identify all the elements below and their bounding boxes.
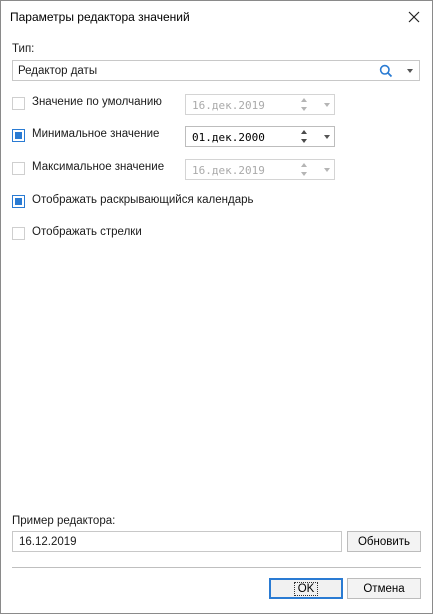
refresh-button-label: Обновить [357, 535, 411, 548]
stepper-up-icon [301, 163, 307, 167]
cancel-button[interactable]: Отмена [347, 578, 421, 599]
dialog-title: Параметры редактора значений [10, 10, 190, 24]
show-calendar-checkbox[interactable] [12, 195, 25, 208]
default-value-date: 16.дек.2019 [192, 99, 265, 112]
chevron-down-icon [324, 168, 330, 172]
example-date-value: 16.12.2019 [19, 536, 77, 548]
title-bar: Параметры редактора значений [1, 1, 432, 33]
separator [12, 567, 421, 568]
default-value-date-field: 16.дек.2019 [185, 94, 335, 115]
default-value-stepper [298, 96, 312, 114]
default-value-label: Значение по умолчанию [32, 96, 162, 108]
stepper-down-icon [301, 172, 307, 176]
default-value-checkbox[interactable] [12, 97, 25, 110]
type-label: Тип: [12, 43, 35, 55]
stepper-down-icon[interactable] [301, 139, 307, 143]
min-value-stepper[interactable] [298, 128, 312, 146]
chevron-down-icon[interactable] [407, 69, 413, 73]
ok-button-label: OK [293, 581, 319, 596]
min-value-date[interactable]: 01.дек.2000 [192, 131, 265, 144]
dialog-window: Параметры редактора значений Тип: Редакт… [0, 0, 433, 614]
close-icon [408, 11, 420, 23]
max-value-date-field: 16.дек.2019 [185, 159, 335, 180]
ok-button[interactable]: OK [269, 578, 343, 599]
search-icon[interactable] [379, 64, 393, 81]
show-arrows-label: Отображать стрелки [32, 226, 142, 238]
stepper-up-icon [301, 98, 307, 102]
close-button[interactable] [404, 7, 424, 27]
example-date-input[interactable]: 16.12.2019 [12, 531, 342, 552]
chevron-down-icon [324, 103, 330, 107]
max-value-date: 16.дек.2019 [192, 164, 265, 177]
show-arrows-checkbox[interactable] [12, 227, 25, 240]
max-value-label: Максимальное значение [32, 161, 165, 173]
stepper-up-icon[interactable] [301, 130, 307, 134]
max-value-stepper [298, 161, 312, 179]
type-combobox[interactable]: Редактор даты [12, 60, 420, 81]
max-value-checkbox[interactable] [12, 162, 25, 175]
cancel-button-label: Отмена [363, 582, 405, 595]
type-combobox-value: Редактор даты [18, 65, 98, 77]
example-label: Пример редактора: [12, 515, 116, 527]
min-value-label: Минимальное значение [32, 128, 160, 140]
show-calendar-label: Отображать раскрывающийся календарь [32, 194, 254, 206]
stepper-down-icon [301, 107, 307, 111]
chevron-down-icon[interactable] [324, 135, 330, 139]
min-value-checkbox[interactable] [12, 129, 25, 142]
min-value-date-field[interactable]: 01.дек.2000 [185, 126, 335, 147]
refresh-button[interactable]: Обновить [347, 531, 421, 552]
